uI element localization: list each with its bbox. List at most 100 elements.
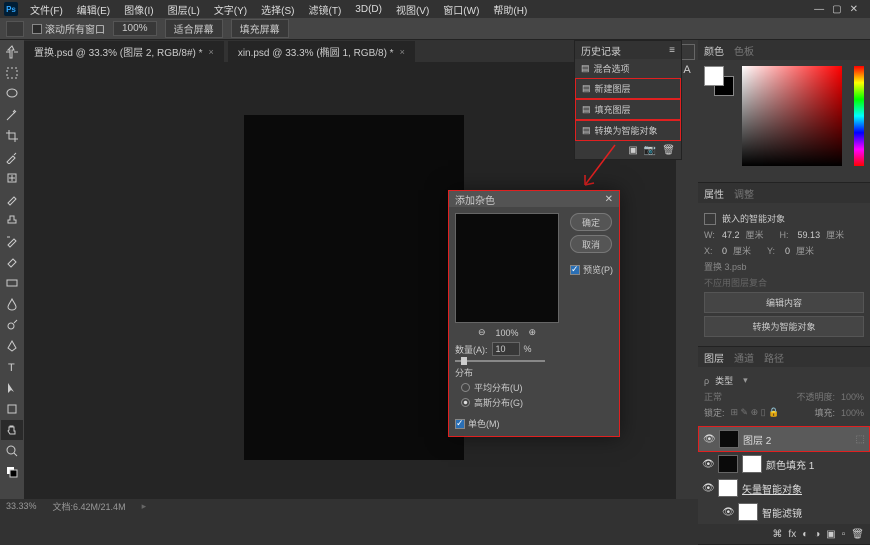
gaussian-radio[interactable]: 高斯分布(G) xyxy=(461,396,613,409)
menu-help[interactable]: 帮助(H) xyxy=(487,0,533,19)
dodge-tool[interactable] xyxy=(1,315,23,335)
minimize-button[interactable]: — xyxy=(814,4,824,15)
adjustments-tab[interactable]: 调整 xyxy=(734,186,754,201)
menu-filter[interactable]: 滤镜(T) xyxy=(303,0,348,19)
tab-2[interactable]: xin.psd @ 33.3% (椭圆 1, RGB/8) * × xyxy=(228,41,415,62)
maximize-button[interactable]: ▢ xyxy=(832,4,841,15)
cancel-button[interactable]: 取消 xyxy=(570,235,612,253)
adjustment-icon[interactable]: ◑ xyxy=(814,529,820,540)
edit-content-button[interactable]: 编辑内容 xyxy=(704,292,864,313)
monochromatic-checkbox[interactable]: 单色(M) xyxy=(455,417,613,430)
amount-input[interactable] xyxy=(492,342,520,356)
scroll-all-checkbox[interactable]: 滚动所有窗口 xyxy=(32,21,105,36)
history-item[interactable]: ▤新建图层 xyxy=(575,78,681,99)
history-item[interactable]: ▤混合选项 xyxy=(575,59,681,78)
stamp-tool[interactable] xyxy=(1,210,23,230)
paths-tab[interactable]: 路径 xyxy=(764,350,784,365)
new-snapshot-icon[interactable]: ▣ xyxy=(628,145,637,156)
panel-menu-icon[interactable]: ≡ xyxy=(669,45,675,56)
pen-tool[interactable] xyxy=(1,336,23,356)
hand-tool-icon[interactable] xyxy=(6,21,24,37)
delete-history-icon[interactable]: 🗑 xyxy=(662,145,675,156)
properties-tab[interactable]: 属性 xyxy=(704,186,724,201)
menu-select[interactable]: 选择(S) xyxy=(255,0,300,19)
group-icon[interactable]: ▣ xyxy=(826,529,835,540)
new-layer-icon[interactable]: ▫ xyxy=(842,529,846,540)
char-icon[interactable]: A xyxy=(683,64,690,76)
menu-3d[interactable]: 3D(D) xyxy=(349,2,388,17)
history-brush-tool[interactable] xyxy=(1,231,23,251)
move-tool[interactable] xyxy=(1,42,23,62)
blur-tool[interactable] xyxy=(1,294,23,314)
foreground-color[interactable] xyxy=(704,66,724,86)
visibility-toggle[interactable]: 👁 xyxy=(703,434,715,445)
color-swatches-tool[interactable] xyxy=(1,462,23,482)
link-layers-icon[interactable]: ⌘ xyxy=(772,529,782,540)
layer-item-colorfill[interactable]: 👁 颜色填充 1 xyxy=(698,452,870,476)
hue-slider[interactable] xyxy=(854,66,864,166)
eraser-tool[interactable] xyxy=(1,252,23,272)
color-swatches[interactable] xyxy=(704,66,736,98)
zoom-100-button[interactable]: 100% xyxy=(113,21,157,36)
healing-tool[interactable] xyxy=(1,168,23,188)
fit-screen-button[interactable]: 适合屏幕 xyxy=(165,19,223,38)
layers-tab[interactable]: 图层 xyxy=(704,350,724,365)
brush-tool[interactable] xyxy=(1,189,23,209)
close-button[interactable]: ✕ xyxy=(850,4,858,15)
menu-view[interactable]: 视图(V) xyxy=(390,0,435,19)
status-zoom[interactable]: 33.33% xyxy=(6,501,37,511)
path-select-tool[interactable] xyxy=(1,378,23,398)
opacity-value[interactable]: 100% xyxy=(841,392,864,402)
visibility-toggle[interactable]: 👁 xyxy=(722,507,734,518)
canvas[interactable] xyxy=(244,115,464,460)
color-tab[interactable]: 颜色 xyxy=(704,43,724,58)
x-value[interactable]: 0 xyxy=(722,246,727,256)
menu-window[interactable]: 窗口(W) xyxy=(437,0,485,19)
zoom-in-icon[interactable]: ⊕ xyxy=(529,327,537,338)
visibility-toggle[interactable]: 👁 xyxy=(702,459,714,470)
menu-image[interactable]: 图像(I) xyxy=(118,0,159,19)
kind-value[interactable]: 类型 xyxy=(715,374,733,387)
swatches-tab[interactable]: 色板 xyxy=(734,43,754,58)
layer-item-vector[interactable]: 👁 矢量智能对象 xyxy=(698,476,870,500)
marquee-tool[interactable] xyxy=(1,63,23,83)
amount-slider[interactable] xyxy=(455,360,545,362)
h-value[interactable]: 59.13 xyxy=(798,230,821,240)
color-picker[interactable] xyxy=(742,66,864,176)
mask-icon[interactable]: ◐ xyxy=(802,529,808,540)
ok-button[interactable]: 确定 xyxy=(570,213,612,231)
type-tool[interactable]: T xyxy=(1,357,23,377)
fill-value[interactable]: 100% xyxy=(841,408,864,418)
blend-mode[interactable]: 正常 xyxy=(704,390,722,403)
uniform-radio[interactable]: 平均分布(U) xyxy=(461,381,613,394)
y-value[interactable]: 0 xyxy=(785,246,790,256)
hand-tool[interactable] xyxy=(1,420,23,440)
menu-layer[interactable]: 图层(L) xyxy=(162,0,206,19)
zoom-out-icon[interactable]: ⊖ xyxy=(478,327,486,338)
tab-1[interactable]: 置换.psd @ 33.3% (图层 2, RGB/8#) * × xyxy=(24,41,224,62)
fx-icon[interactable]: fx xyxy=(788,529,796,540)
w-value[interactable]: 47.2 xyxy=(722,230,740,240)
fill-screen-button[interactable]: 填充屏幕 xyxy=(231,19,289,38)
dialog-close-button[interactable]: ✕ xyxy=(605,194,613,205)
layer-item-smartfilter[interactable]: 👁 智能滤镜 xyxy=(698,500,870,524)
lasso-tool[interactable] xyxy=(1,84,23,104)
menu-type[interactable]: 文字(Y) xyxy=(208,0,253,19)
channels-tab[interactable]: 通道 xyxy=(734,350,754,365)
camera-icon[interactable]: 📷 xyxy=(644,145,656,156)
crop-tool[interactable] xyxy=(1,126,23,146)
history-item[interactable]: ▤填充图层 xyxy=(575,99,681,120)
wand-tool[interactable] xyxy=(1,105,23,125)
shape-tool[interactable] xyxy=(1,399,23,419)
layer-item-2[interactable]: 👁 图层 2 ⬚ xyxy=(698,426,870,452)
menu-file[interactable]: 文件(F) xyxy=(24,0,69,19)
gradient-tool[interactable] xyxy=(1,273,23,293)
zoom-tool[interactable] xyxy=(1,441,23,461)
eyedropper-tool[interactable] xyxy=(1,147,23,167)
convert-button[interactable]: 转换为智能对象 xyxy=(704,316,864,337)
visibility-toggle[interactable]: 👁 xyxy=(702,483,714,494)
menu-edit[interactable]: 编辑(E) xyxy=(71,0,116,19)
tab-1-close[interactable]: × xyxy=(209,47,214,57)
preview-checkbox[interactable]: 预览(P) xyxy=(570,263,613,276)
history-item[interactable]: ▤转换为智能对象 xyxy=(575,120,681,141)
